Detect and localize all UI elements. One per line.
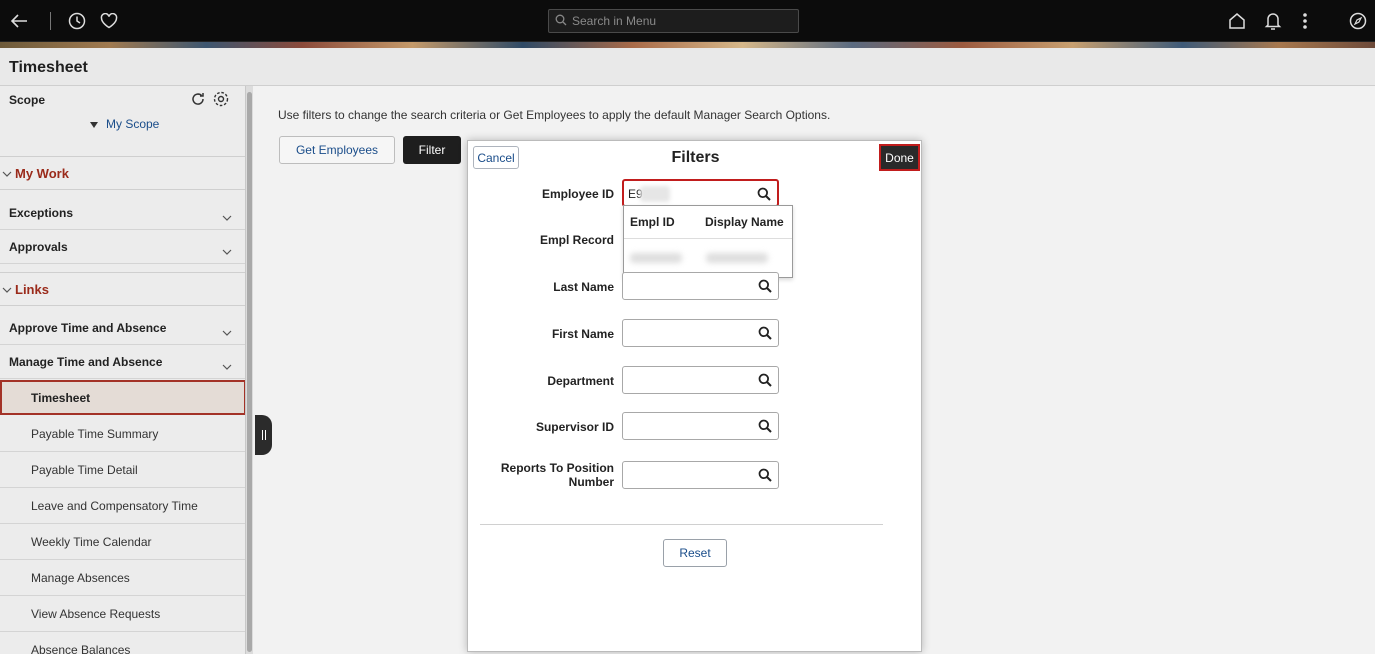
search-icon[interactable] bbox=[757, 187, 771, 201]
scope-panel: Scope My Scope bbox=[0, 86, 245, 152]
sidebar-item-leave-comp-time[interactable]: Leave and Compensatory Time bbox=[0, 489, 245, 524]
search-placeholder: Search in Menu bbox=[572, 14, 657, 28]
chevron-down-icon bbox=[222, 245, 232, 259]
reset-button[interactable]: Reset bbox=[663, 539, 727, 567]
label-line: Reports To Position bbox=[500, 461, 614, 475]
scope-label: Scope bbox=[9, 93, 46, 107]
first-name-field[interactable] bbox=[622, 319, 779, 347]
sidebar-item-absence-balances[interactable]: Absence Balances bbox=[0, 633, 245, 654]
get-employees-button[interactable]: Get Employees bbox=[279, 136, 395, 164]
done-button[interactable]: Done bbox=[879, 144, 920, 171]
item-label: Payable Time Summary bbox=[31, 427, 159, 441]
sidebar-item-payable-time-detail[interactable]: Payable Time Detail bbox=[0, 453, 245, 488]
redacted-text bbox=[640, 186, 670, 202]
page-title-bar: Timesheet bbox=[0, 48, 1375, 86]
search-icon[interactable] bbox=[758, 373, 772, 387]
item-label: Payable Time Detail bbox=[31, 463, 138, 477]
department-field[interactable] bbox=[622, 366, 779, 394]
left-sidebar: Scope My Scope My Work Exceptions Approv… bbox=[0, 86, 246, 654]
divider bbox=[480, 524, 883, 525]
reports-to-position-field[interactable] bbox=[622, 461, 779, 489]
item-label: Absence Balances bbox=[31, 643, 131, 654]
supervisor-id-label: Supervisor ID bbox=[535, 420, 614, 434]
supervisor-id-field[interactable] bbox=[622, 412, 779, 440]
menu-search-input[interactable]: Search in Menu bbox=[548, 9, 799, 33]
redacted-text bbox=[630, 253, 682, 263]
search-icon[interactable] bbox=[758, 419, 772, 433]
search-icon[interactable] bbox=[758, 279, 772, 293]
sidebar-scroll-thumb[interactable] bbox=[247, 92, 252, 652]
sidebar-item-weekly-time-calendar[interactable]: Weekly Time Calendar bbox=[0, 525, 245, 560]
sidebar-item-manage-absences[interactable]: Manage Absences bbox=[0, 561, 245, 596]
item-label: Leave and Compensatory Time bbox=[31, 499, 198, 513]
caret-down-icon bbox=[90, 117, 98, 131]
chevron-down-icon bbox=[222, 326, 232, 340]
chevron-down-icon bbox=[222, 360, 232, 374]
my-scope-label: My Scope bbox=[106, 117, 160, 131]
item-label: View Absence Requests bbox=[31, 607, 161, 621]
sidebar-item-payable-time-summary[interactable]: Payable Time Summary bbox=[0, 417, 245, 452]
navbar-compass-icon[interactable] bbox=[1347, 10, 1369, 32]
sidebar-item-exceptions[interactable]: Exceptions bbox=[0, 196, 245, 230]
section-my-work[interactable]: My Work bbox=[0, 156, 245, 190]
item-label: Timesheet bbox=[31, 390, 91, 405]
item-label: Approve Time and Absence bbox=[9, 320, 167, 335]
last-name-label: Last Name bbox=[553, 280, 614, 294]
item-label: Manage Absences bbox=[31, 571, 130, 585]
employee-id-field[interactable]: E9 bbox=[622, 179, 779, 207]
chevron-down-icon bbox=[222, 211, 232, 225]
section-label: Links bbox=[15, 281, 49, 297]
employee-id-suggestions: Empl ID Display Name bbox=[623, 205, 793, 278]
empl-record-label: Empl Record bbox=[539, 233, 614, 247]
item-label: Manage Time and Absence bbox=[9, 354, 163, 369]
item-label: Weekly Time Calendar bbox=[31, 535, 152, 549]
chevron-down-icon bbox=[2, 166, 12, 181]
chevron-down-icon bbox=[2, 282, 12, 297]
sidebar-item-timesheet[interactable]: Timesheet bbox=[0, 380, 245, 415]
modal-title: Filters bbox=[671, 149, 720, 166]
search-icon[interactable] bbox=[758, 326, 772, 340]
label-line: Number bbox=[568, 475, 614, 489]
search-icon[interactable] bbox=[758, 468, 772, 482]
first-name-label: First Name bbox=[551, 327, 614, 341]
reports-to-position-label: Reports To Position Number bbox=[468, 461, 614, 489]
history-icon[interactable] bbox=[66, 10, 88, 32]
employee-id-label: Employee ID bbox=[541, 187, 614, 201]
home-icon[interactable] bbox=[1226, 10, 1248, 32]
refresh-icon[interactable] bbox=[190, 91, 206, 107]
display-name-column-header: Display Name bbox=[705, 215, 784, 229]
filters-modal: Cancel Filters Done Employee ID E9 Empl … bbox=[467, 140, 922, 652]
back-arrow-icon[interactable] bbox=[8, 10, 30, 32]
filter-button[interactable]: Filter bbox=[403, 136, 461, 164]
last-name-field[interactable] bbox=[622, 272, 779, 300]
top-navigation-bar: Search in Menu bbox=[0, 0, 1375, 42]
favorite-heart-icon[interactable] bbox=[98, 10, 120, 32]
redacted-text bbox=[706, 253, 768, 263]
sidebar-item-approvals[interactable]: Approvals bbox=[0, 230, 245, 264]
item-label: Approvals bbox=[9, 239, 68, 254]
department-label: Department bbox=[547, 374, 614, 388]
sidebar-item-approve-time[interactable]: Approve Time and Absence bbox=[0, 311, 245, 345]
notification-bell-icon[interactable] bbox=[1262, 10, 1284, 32]
gear-icon[interactable] bbox=[212, 90, 230, 108]
section-links[interactable]: Links bbox=[0, 272, 245, 306]
sidebar-item-manage-time[interactable]: Manage Time and Absence bbox=[0, 345, 245, 379]
sidebar-collapse-handle[interactable] bbox=[255, 415, 272, 455]
item-label: Exceptions bbox=[9, 205, 74, 220]
search-icon bbox=[555, 14, 567, 29]
page-title: Timesheet bbox=[9, 59, 88, 76]
my-scope-link[interactable]: My Scope bbox=[90, 117, 159, 131]
sidebar-item-view-absence-requests[interactable]: View Absence Requests bbox=[0, 597, 245, 632]
section-label: My Work bbox=[15, 165, 69, 181]
instructions-text: Use filters to change the search criteri… bbox=[278, 108, 831, 122]
divider bbox=[50, 12, 51, 30]
empl-id-column-header: Empl ID bbox=[630, 215, 675, 229]
actions-menu-icon[interactable] bbox=[1294, 10, 1316, 32]
